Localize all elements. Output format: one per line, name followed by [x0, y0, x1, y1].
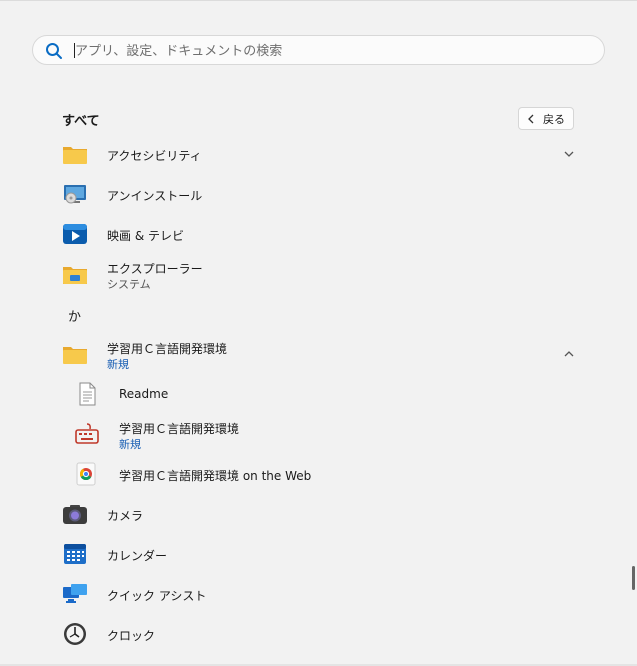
- search-input[interactable]: [73, 41, 577, 61]
- item-label: クイック アシスト: [107, 589, 207, 603]
- list-item-readme[interactable]: Readme: [56, 377, 586, 411]
- list-item-c-dev-folder[interactable]: 学習用Ｃ言語開発環境 新規: [56, 337, 586, 371]
- new-badge: 新規: [107, 358, 129, 371]
- file-explorer-icon: [63, 267, 87, 284]
- uninstall-icon: [64, 185, 86, 204]
- chevron-left-icon: [528, 114, 534, 123]
- scrollbar-thumb[interactable]: [632, 566, 635, 590]
- search-box[interactable]: [32, 35, 605, 65]
- list-item-c-dev-app[interactable]: 学習用Ｃ言語開発環境 新規: [56, 417, 586, 451]
- list-item-file-explorer[interactable]: エクスプローラー システム: [56, 257, 586, 291]
- section-letter-ka: か: [68, 310, 82, 325]
- list-item-calendar[interactable]: カレンダー: [56, 537, 586, 571]
- camera-icon: [63, 505, 87, 524]
- list-item-accessibility-folder[interactable]: アクセシビリティ: [56, 137, 586, 171]
- back-label: 戻る: [543, 112, 565, 126]
- clock-icon: [64, 623, 86, 645]
- list-item-clock[interactable]: クロック: [56, 617, 586, 651]
- keyboard-icon: [75, 423, 99, 444]
- back-button[interactable]: 戻る: [518, 107, 574, 130]
- all-apps-heading: すべて: [62, 114, 100, 129]
- item-label: カメラ: [107, 509, 144, 523]
- list-item-quick-assist[interactable]: クイック アシスト: [56, 577, 586, 611]
- quick-assist-icon: [63, 584, 87, 603]
- chevron-up-icon[interactable]: [562, 349, 576, 359]
- new-badge: 新規: [119, 438, 141, 451]
- list-item-uninstall[interactable]: アンインストール: [56, 177, 586, 211]
- calendar-icon: [64, 544, 86, 564]
- document-icon: [79, 382, 96, 406]
- folder-icon: [63, 147, 87, 164]
- item-label: 学習用Ｃ言語開発環境: [119, 422, 240, 436]
- item-label: 学習用Ｃ言語開発環境 on the Web: [119, 469, 312, 483]
- top-border: [0, 0, 637, 1]
- item-label: クロック: [107, 629, 156, 643]
- list-item-c-dev-web[interactable]: 学習用Ｃ言語開発環境 on the Web: [56, 457, 586, 491]
- item-label: 学習用Ｃ言語開発環境: [107, 342, 228, 356]
- movies-tv-icon: [63, 224, 87, 244]
- search-icon: [46, 43, 62, 59]
- chrome-icon: [76, 462, 96, 486]
- list-item-camera[interactable]: カメラ: [56, 497, 586, 531]
- item-sublabel: システム: [107, 278, 151, 291]
- item-label: 映画 & テレビ: [107, 229, 184, 243]
- chevron-down-icon[interactable]: [562, 149, 576, 159]
- item-label: エクスプローラー: [107, 262, 203, 276]
- item-label: アクセシビリティ: [107, 149, 202, 163]
- item-label: アンインストール: [107, 189, 203, 203]
- item-label: カレンダー: [107, 549, 168, 563]
- list-item-movies-tv[interactable]: 映画 & テレビ: [56, 217, 586, 251]
- folder-icon: [63, 347, 87, 364]
- item-label: Readme: [119, 387, 169, 401]
